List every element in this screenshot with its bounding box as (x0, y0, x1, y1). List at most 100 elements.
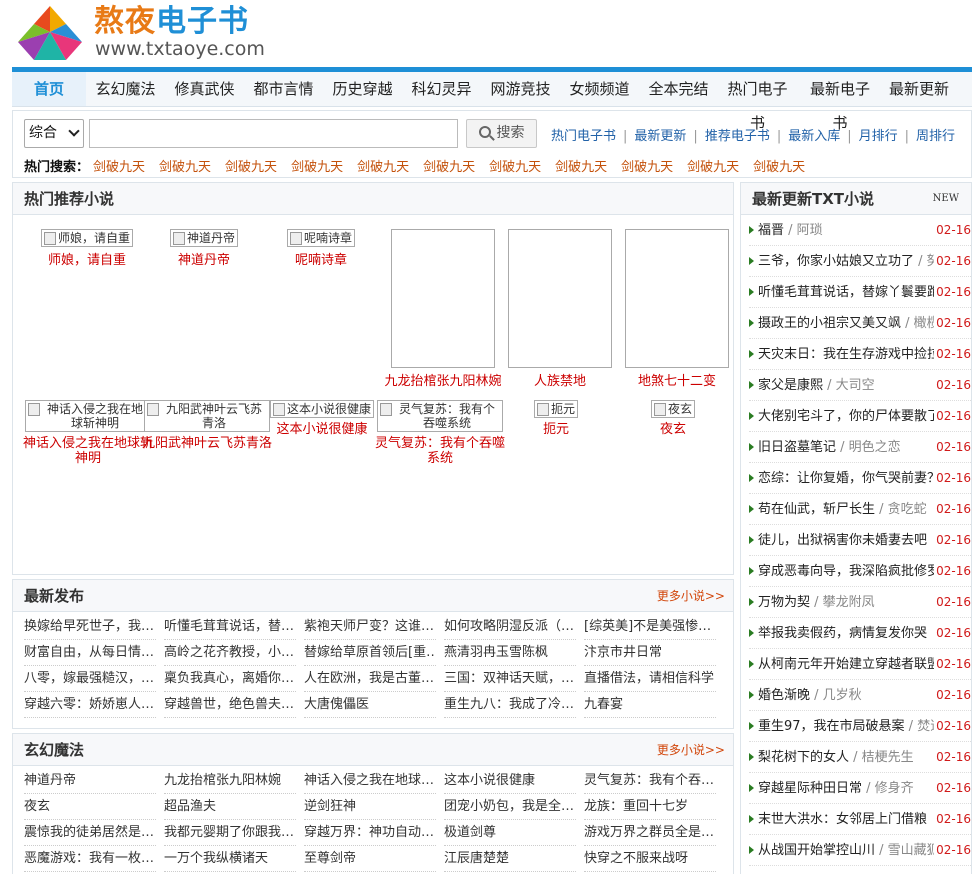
list-item[interactable]: 这本小说很健康 (444, 768, 576, 794)
hot-search-item[interactable]: 剑破九天 (423, 160, 475, 175)
update-title[interactable]: 重生97，我在市局破悬案 / 焚道 (758, 711, 934, 742)
update-title[interactable]: 三爷，你家小姑娘又立功了 / 努 (758, 246, 934, 277)
nav-item[interactable]: 网游竞技 (481, 72, 560, 106)
quick-link[interactable]: 推荐电子书 (705, 129, 770, 144)
nav-item[interactable]: 历史穿越 (323, 72, 402, 106)
nav-item[interactable]: 最新电子书 (797, 72, 883, 132)
list-item[interactable]: 灵气复苏：我有个吞… (584, 768, 716, 794)
list-item[interactable]: 一万个我纵横诸天 (164, 846, 296, 872)
list-item[interactable]: 换嫁给早死世子，我… (24, 614, 156, 640)
nav-item[interactable]: 全本完结 (639, 72, 718, 106)
book-cover[interactable]: 灵气复苏：我有个吞噬系统 (377, 400, 503, 432)
nav-item[interactable]: 玄幻魔法 (86, 72, 165, 106)
list-item[interactable]: 神话入侵之我在地球… (304, 768, 436, 794)
update-row[interactable]: 旧日盗墓笔记 / 明色之恋 02-16 (749, 432, 971, 463)
list-item[interactable]: 至尊剑帝 (304, 846, 436, 872)
book-title[interactable]: 三爷，你家小姑娘又立功了 (758, 254, 914, 269)
book-title[interactable]: 万物为契 (758, 595, 810, 610)
book-item[interactable]: 呢喃诗章 呢喃诗章 (257, 229, 385, 268)
update-title[interactable]: 大佬别宅斗了，你的尸体要散了 (758, 401, 934, 432)
book-title[interactable]: 灵气复苏：我有个吞噬系统 (373, 436, 507, 466)
book-title[interactable]: 家父是康熙 (758, 378, 823, 393)
hot-search-item[interactable]: 剑破九天 (93, 160, 145, 175)
book-title[interactable]: 人族禁地 (496, 374, 624, 389)
update-title[interactable]: 从柯南元年开始建立穿越者联盟 (758, 649, 934, 680)
list-item[interactable]: 重生九八：我成了冷… (444, 692, 576, 718)
list-item[interactable]: 江辰唐楚楚 (444, 846, 576, 872)
book-title[interactable]: 穿越星际种田日常 (758, 781, 862, 796)
update-title[interactable]: 万物为契 / 攀龙附凤 (758, 587, 934, 618)
update-title[interactable]: 穿成恶毒向导，我深陷疯批修罗 (758, 556, 934, 587)
book-item[interactable]: 九阳武神叶云飞苏青洛 九阳武神叶云飞苏青洛 (140, 400, 274, 451)
book-item[interactable]: 夜玄 夜玄 (613, 400, 733, 437)
list-item[interactable]: 游戏万界之群员全是… (584, 820, 716, 846)
update-row[interactable]: 福晋 / 阿琐 02-16 (749, 215, 971, 246)
list-item[interactable]: 财富自由，从每日情… (24, 640, 156, 666)
list-item[interactable]: 直播借法，请相信科学 (584, 666, 716, 692)
book-item[interactable]: 人族禁地 (496, 229, 624, 389)
list-item[interactable]: 人在欧洲，我是古董… (304, 666, 436, 692)
list-item[interactable]: 团宠小奶包，我是全… (444, 794, 576, 820)
book-title[interactable]: 师娘，请自重 (23, 253, 151, 268)
book-item[interactable]: 师娘，请自重 师娘，请自重 (23, 229, 151, 268)
book-title[interactable]: 大佬别宅斗了，你的尸体要散了 (758, 409, 934, 424)
nav-item[interactable]: 都市言情 (244, 72, 323, 106)
list-item[interactable]: 恶魔游戏：我有一枚… (24, 846, 156, 872)
search-input[interactable] (89, 119, 458, 148)
logo-icon[interactable] (14, 2, 86, 62)
nav-item[interactable]: 最新更新 (883, 72, 955, 106)
list-item[interactable]: 穿越六零：娇娇崽人… (24, 692, 156, 718)
book-cover[interactable] (625, 229, 729, 368)
book-cover[interactable]: 这本小说很健康 (269, 400, 374, 418)
hot-search-item[interactable]: 剑破九天 (357, 160, 409, 175)
quick-link[interactable]: 最新更新 (634, 129, 686, 144)
update-row[interactable]: 重生97，我在市局破悬案 / 焚道02-16 (749, 711, 971, 742)
update-title[interactable]: 徒儿，出狱祸害你未婚妻去吧 (758, 525, 934, 556)
book-title[interactable]: 九阳武神叶云飞苏青洛 (140, 436, 274, 451)
list-item[interactable]: 龙族：重回十七岁 (584, 794, 716, 820)
update-row[interactable]: 苟在仙武，斩尸长生 / 贪吃蛇 02-16 (749, 494, 971, 525)
xuanhuan-more-link[interactable]: 更多小说>> (657, 734, 725, 766)
quick-link[interactable]: 热门电子书 (551, 129, 616, 144)
update-row[interactable]: 穿越星际种田日常 / 修身齐 02-16 (749, 773, 971, 804)
book-title[interactable]: 呢喃诗章 (257, 253, 385, 268)
update-title[interactable]: 天灾末日：我在生存游戏中捡拉 (758, 339, 934, 370)
book-item[interactable]: 灵气复苏：我有个吞噬系统 灵气复苏：我有个吞噬系统 (373, 400, 507, 466)
update-title[interactable]: 恋综：让你复婚，你气哭前妻？ (758, 463, 934, 494)
list-item[interactable]: 快穿之不服来战呀 (584, 846, 716, 872)
list-item[interactable]: 稟负我真心，离婚你… (164, 666, 296, 692)
book-title[interactable]: 从柯南元年开始建立穿越者联盟 (758, 657, 934, 672)
update-row[interactable]: 万物为契 / 攀龙附凤 02-16 (749, 587, 971, 618)
hot-search-item[interactable]: 剑破九天 (159, 160, 211, 175)
update-row[interactable]: 大佬别宅斗了，你的尸体要散了 02-16 (749, 401, 971, 432)
update-title[interactable]: 梨花树下的女人 / 桔梗先生 (758, 742, 934, 773)
update-row[interactable]: 穿成恶毒向导，我深陷疯批修罗 02-16 (749, 556, 971, 587)
search-type-select[interactable]: 综合 (24, 119, 84, 148)
list-item[interactable]: 九春宴 (584, 692, 716, 718)
nav-item[interactable]: 热门电子书 (718, 72, 797, 132)
list-item[interactable]: 紫袍天师尸变？这谁… (304, 614, 436, 640)
site-name[interactable]: 熬夜电子书 (94, 4, 249, 40)
update-row[interactable]: 举报我卖假药，病情复发你哭 02-16 (749, 618, 971, 649)
quick-link[interactable]: 周排行 (916, 129, 955, 144)
list-item[interactable]: 听懂毛茸茸说话，替… (164, 614, 296, 640)
list-item[interactable]: 八零，嫁最强糙汉，… (24, 666, 156, 692)
update-row[interactable]: 家父是康熙 / 大司空 02-16 (749, 370, 971, 401)
list-item[interactable]: 如何攻略阴湿反派（… (444, 614, 576, 640)
book-item[interactable]: 扼元 扼元 (496, 400, 616, 437)
book-title[interactable]: 这本小说很健康 (261, 422, 383, 437)
list-item[interactable]: 高岭之花齐教授，小… (164, 640, 296, 666)
list-item[interactable]: 穿越兽世，绝色兽夫… (164, 692, 296, 718)
update-title[interactable]: 摄政王的小祖宗又美又飒 / 橄榄 (758, 308, 934, 339)
update-title[interactable]: 末世大洪水：女邻居上门借粮 (758, 804, 934, 835)
hot-search-item[interactable]: 剑破九天 (555, 160, 607, 175)
update-row[interactable]: 恋综：让你复婚，你气哭前妻？ 02-16 (749, 463, 971, 494)
update-title[interactable]: 福晋 / 阿琐 (758, 215, 934, 246)
book-cover[interactable]: 师娘，请自重 (40, 229, 133, 247)
nav-item[interactable]: 女频频道 (560, 72, 639, 106)
update-title[interactable]: 婚色渐晚 / 几岁秋 (758, 680, 934, 711)
book-title[interactable]: 神话入侵之我在地球斩神明 (21, 436, 155, 466)
book-title[interactable]: 旧日盗墓笔记 (758, 440, 836, 455)
list-item[interactable]: 震惊我的徒弟居然是… (24, 820, 156, 846)
update-row[interactable]: 从柯南元年开始建立穿越者联盟 02-16 (749, 649, 971, 680)
